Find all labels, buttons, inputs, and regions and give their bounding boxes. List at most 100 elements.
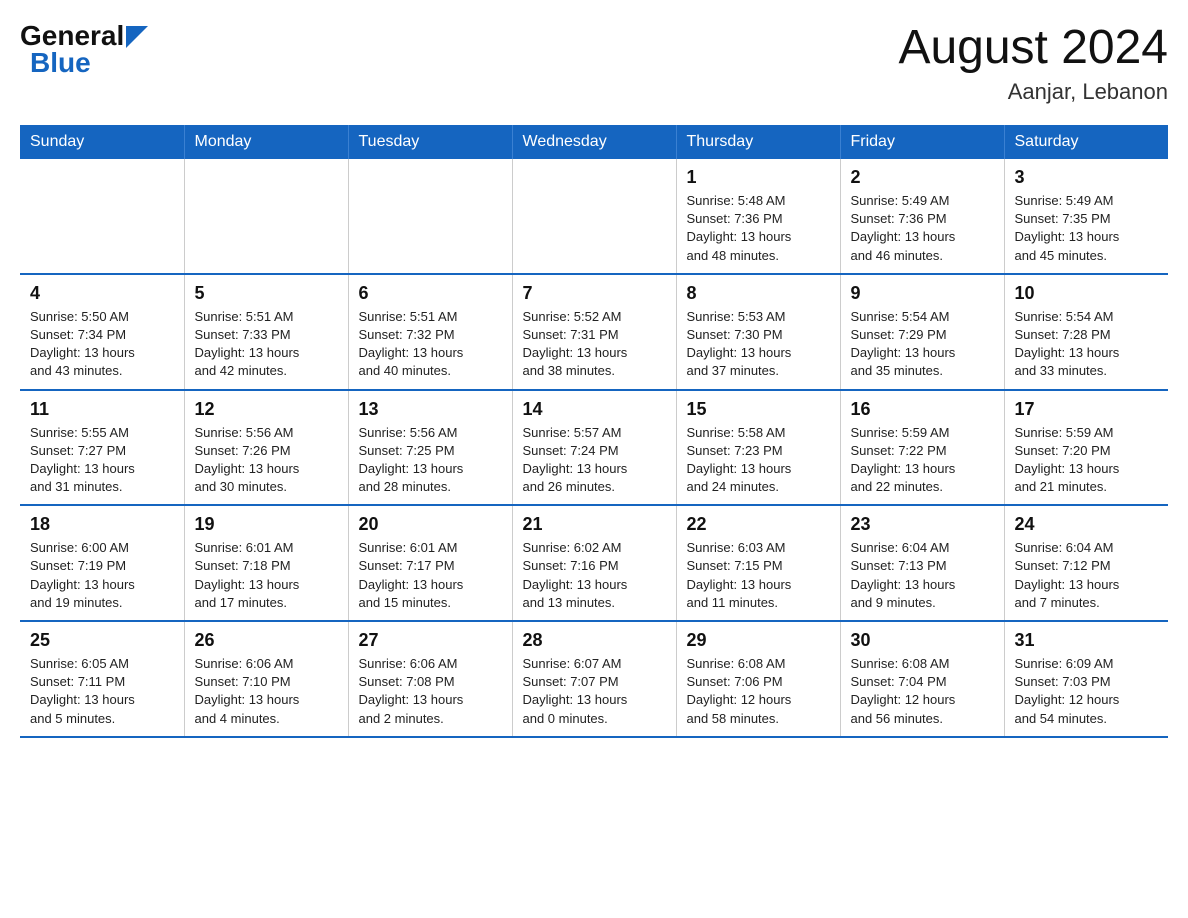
empty-cell: [512, 159, 676, 274]
calendar-week-1: 1 Sunrise: 5:48 AM Sunset: 7:36 PM Daylig…: [20, 159, 1168, 274]
day-number-16: 16: [851, 399, 994, 420]
day-number-25: 25: [30, 630, 174, 651]
day-info-3: Sunrise: 5:49 AM Sunset: 7:35 PM Dayligh…: [1015, 192, 1159, 265]
day-number-24: 24: [1015, 514, 1159, 535]
day-number-29: 29: [687, 630, 830, 651]
weekday-header-tuesday: Tuesday: [348, 125, 512, 159]
calendar-week-4: 18 Sunrise: 6:00 AM Sunset: 7:19 PM Dayli…: [20, 505, 1168, 621]
day-info-25: Sunrise: 6:05 AM Sunset: 7:11 PM Dayligh…: [30, 655, 174, 728]
day-cell-30: 30 Sunrise: 6:08 AM Sunset: 7:04 PM Dayli…: [840, 621, 1004, 737]
weekday-header-saturday: Saturday: [1004, 125, 1168, 159]
day-number-21: 21: [523, 514, 666, 535]
day-info-23: Sunrise: 6:04 AM Sunset: 7:13 PM Dayligh…: [851, 539, 994, 612]
day-info-18: Sunrise: 6:00 AM Sunset: 7:19 PM Dayligh…: [30, 539, 174, 612]
day-cell-3: 3 Sunrise: 5:49 AM Sunset: 7:35 PM Daylig…: [1004, 159, 1168, 274]
calendar-week-5: 25 Sunrise: 6:05 AM Sunset: 7:11 PM Dayli…: [20, 621, 1168, 737]
day-number-15: 15: [687, 399, 830, 420]
day-number-1: 1: [687, 167, 830, 188]
day-number-11: 11: [30, 399, 174, 420]
day-cell-15: 15 Sunrise: 5:58 AM Sunset: 7:23 PM Dayli…: [676, 390, 840, 506]
day-number-30: 30: [851, 630, 994, 651]
day-number-17: 17: [1015, 399, 1159, 420]
empty-cell: [348, 159, 512, 274]
weekday-header-sunday: Sunday: [20, 125, 184, 159]
day-info-9: Sunrise: 5:54 AM Sunset: 7:29 PM Dayligh…: [851, 308, 994, 381]
day-number-6: 6: [359, 283, 502, 304]
day-cell-29: 29 Sunrise: 6:08 AM Sunset: 7:06 PM Dayli…: [676, 621, 840, 737]
day-number-4: 4: [30, 283, 174, 304]
day-cell-13: 13 Sunrise: 5:56 AM Sunset: 7:25 PM Dayli…: [348, 390, 512, 506]
logo: General Blue: [20, 20, 148, 79]
day-info-30: Sunrise: 6:08 AM Sunset: 7:04 PM Dayligh…: [851, 655, 994, 728]
day-cell-25: 25 Sunrise: 6:05 AM Sunset: 7:11 PM Dayli…: [20, 621, 184, 737]
day-number-2: 2: [851, 167, 994, 188]
day-info-28: Sunrise: 6:07 AM Sunset: 7:07 PM Dayligh…: [523, 655, 666, 728]
day-info-31: Sunrise: 6:09 AM Sunset: 7:03 PM Dayligh…: [1015, 655, 1159, 728]
day-cell-7: 7 Sunrise: 5:52 AM Sunset: 7:31 PM Daylig…: [512, 274, 676, 390]
day-cell-9: 9 Sunrise: 5:54 AM Sunset: 7:29 PM Daylig…: [840, 274, 1004, 390]
day-number-13: 13: [359, 399, 502, 420]
day-info-17: Sunrise: 5:59 AM Sunset: 7:20 PM Dayligh…: [1015, 424, 1159, 497]
day-info-14: Sunrise: 5:57 AM Sunset: 7:24 PM Dayligh…: [523, 424, 666, 497]
day-cell-24: 24 Sunrise: 6:04 AM Sunset: 7:12 PM Dayli…: [1004, 505, 1168, 621]
day-cell-26: 26 Sunrise: 6:06 AM Sunset: 7:10 PM Dayli…: [184, 621, 348, 737]
empty-cell: [20, 159, 184, 274]
day-number-7: 7: [523, 283, 666, 304]
day-info-21: Sunrise: 6:02 AM Sunset: 7:16 PM Dayligh…: [523, 539, 666, 612]
day-cell-16: 16Sunrise: 5:59 AM Sunset: 7:22 PM Dayli…: [840, 390, 1004, 506]
day-info-19: Sunrise: 6:01 AM Sunset: 7:18 PM Dayligh…: [195, 539, 338, 612]
day-info-15: Sunrise: 5:58 AM Sunset: 7:23 PM Dayligh…: [687, 424, 830, 497]
calendar-week-2: 4Sunrise: 5:50 AM Sunset: 7:34 PM Daylig…: [20, 274, 1168, 390]
empty-cell: [184, 159, 348, 274]
day-info-1: Sunrise: 5:48 AM Sunset: 7:36 PM Dayligh…: [687, 192, 830, 265]
day-number-3: 3: [1015, 167, 1159, 188]
day-cell-2: 2 Sunrise: 5:49 AM Sunset: 7:36 PM Daylig…: [840, 159, 1004, 274]
day-cell-4: 4Sunrise: 5:50 AM Sunset: 7:34 PM Daylig…: [20, 274, 184, 390]
day-info-27: Sunrise: 6:06 AM Sunset: 7:08 PM Dayligh…: [359, 655, 502, 728]
day-number-12: 12: [195, 399, 338, 420]
day-cell-17: 17 Sunrise: 5:59 AM Sunset: 7:20 PM Dayli…: [1004, 390, 1168, 506]
day-number-26: 26: [195, 630, 338, 651]
day-info-20: Sunrise: 6:01 AM Sunset: 7:17 PM Dayligh…: [359, 539, 502, 612]
day-cell-20: 20Sunrise: 6:01 AM Sunset: 7:17 PM Dayli…: [348, 505, 512, 621]
day-number-5: 5: [195, 283, 338, 304]
calendar-location: Aanjar, Lebanon: [898, 79, 1168, 105]
calendar-title-block: August 2024 Aanjar, Lebanon: [898, 20, 1168, 105]
day-info-7: Sunrise: 5:52 AM Sunset: 7:31 PM Dayligh…: [523, 308, 666, 381]
day-info-10: Sunrise: 5:54 AM Sunset: 7:28 PM Dayligh…: [1015, 308, 1159, 381]
day-info-12: Sunrise: 5:56 AM Sunset: 7:26 PM Dayligh…: [195, 424, 338, 497]
day-info-29: Sunrise: 6:08 AM Sunset: 7:06 PM Dayligh…: [687, 655, 830, 728]
day-cell-11: 11 Sunrise: 5:55 AM Sunset: 7:27 PM Dayli…: [20, 390, 184, 506]
day-cell-14: 14 Sunrise: 5:57 AM Sunset: 7:24 PM Dayli…: [512, 390, 676, 506]
weekday-header-monday: Monday: [184, 125, 348, 159]
day-info-11: Sunrise: 5:55 AM Sunset: 7:27 PM Dayligh…: [30, 424, 174, 497]
day-info-26: Sunrise: 6:06 AM Sunset: 7:10 PM Dayligh…: [195, 655, 338, 728]
day-cell-6: 6Sunrise: 5:51 AM Sunset: 7:32 PM Daylig…: [348, 274, 512, 390]
day-cell-1: 1 Sunrise: 5:48 AM Sunset: 7:36 PM Daylig…: [676, 159, 840, 274]
calendar-header-row: SundayMondayTuesdayWednesdayThursdayFrid…: [20, 125, 1168, 159]
weekday-header-wednesday: Wednesday: [512, 125, 676, 159]
day-cell-12: 12 Sunrise: 5:56 AM Sunset: 7:26 PM Dayli…: [184, 390, 348, 506]
logo-blue-text: Blue: [30, 47, 91, 79]
day-cell-23: 23 Sunrise: 6:04 AM Sunset: 7:13 PM Dayli…: [840, 505, 1004, 621]
day-cell-21: 21 Sunrise: 6:02 AM Sunset: 7:16 PM Dayli…: [512, 505, 676, 621]
day-number-9: 9: [851, 283, 994, 304]
day-number-22: 22: [687, 514, 830, 535]
day-info-22: Sunrise: 6:03 AM Sunset: 7:15 PM Dayligh…: [687, 539, 830, 612]
day-cell-19: 19 Sunrise: 6:01 AM Sunset: 7:18 PM Dayli…: [184, 505, 348, 621]
day-cell-10: 10Sunrise: 5:54 AM Sunset: 7:28 PM Dayli…: [1004, 274, 1168, 390]
day-info-2: Sunrise: 5:49 AM Sunset: 7:36 PM Dayligh…: [851, 192, 994, 265]
day-cell-18: 18 Sunrise: 6:00 AM Sunset: 7:19 PM Dayli…: [20, 505, 184, 621]
day-number-19: 19: [195, 514, 338, 535]
day-number-18: 18: [30, 514, 174, 535]
day-number-8: 8: [687, 283, 830, 304]
page-header: General Blue August 2024 Aanjar, Lebanon: [20, 20, 1168, 105]
day-cell-31: 31Sunrise: 6:09 AM Sunset: 7:03 PM Dayli…: [1004, 621, 1168, 737]
day-info-5: Sunrise: 5:51 AM Sunset: 7:33 PM Dayligh…: [195, 308, 338, 381]
day-number-23: 23: [851, 514, 994, 535]
day-info-13: Sunrise: 5:56 AM Sunset: 7:25 PM Dayligh…: [359, 424, 502, 497]
day-cell-5: 5 Sunrise: 5:51 AM Sunset: 7:33 PM Daylig…: [184, 274, 348, 390]
calendar-week-3: 11 Sunrise: 5:55 AM Sunset: 7:27 PM Dayli…: [20, 390, 1168, 506]
day-info-24: Sunrise: 6:04 AM Sunset: 7:12 PM Dayligh…: [1015, 539, 1159, 612]
day-number-14: 14: [523, 399, 666, 420]
